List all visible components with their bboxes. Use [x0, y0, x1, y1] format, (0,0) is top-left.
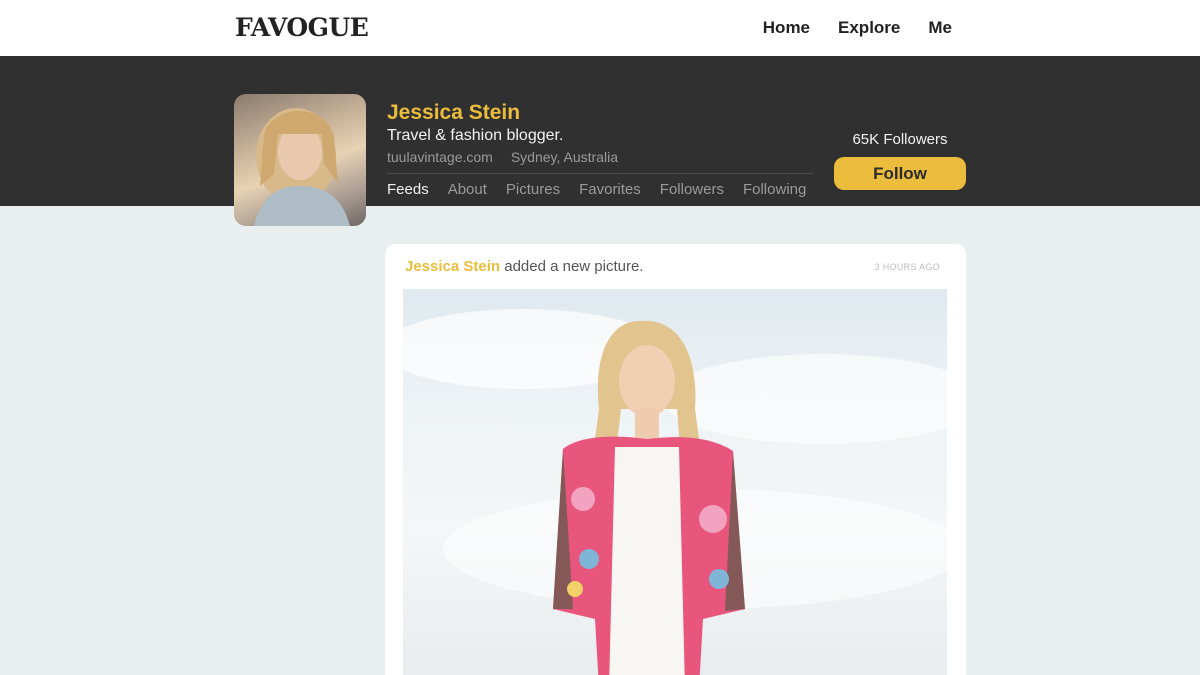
feed-photo-illustration [403, 309, 947, 675]
main-nav: Home Explore Me [763, 18, 952, 38]
nav-explore[interactable]: Explore [838, 18, 900, 38]
followers-count: 65K Followers [852, 131, 948, 148]
avatar[interactable] [234, 94, 366, 226]
follow-button[interactable]: Follow [834, 157, 966, 190]
tab-feeds[interactable]: Feeds [387, 181, 429, 198]
profile-meta: tuulavintage.com Sydney, Australia [387, 149, 618, 165]
feed-photo[interactable] [403, 289, 947, 675]
profile-name: Jessica Stein [387, 101, 521, 124]
feed-action-text: added a new picture. [504, 258, 644, 275]
tab-favorites[interactable]: Favorites [579, 181, 641, 198]
profile-tabs: Feeds About Pictures Favorites Followers… [387, 181, 806, 198]
feed-card: Jessica Stein added a new picture. 3 HOU… [385, 244, 966, 675]
top-navbar: FAVOGUE Home Explore Me [0, 0, 1200, 56]
nav-me[interactable]: Me [928, 18, 952, 38]
feed-author-link[interactable]: Jessica Stein [405, 258, 500, 275]
feed-timestamp: 3 HOURS AGO [874, 262, 940, 272]
profile-website-link[interactable]: tuulavintage.com [387, 149, 493, 165]
header-divider [387, 173, 813, 174]
tab-followers[interactable]: Followers [660, 181, 724, 198]
tab-pictures[interactable]: Pictures [506, 181, 560, 198]
nav-home[interactable]: Home [763, 18, 810, 38]
brand-logo[interactable]: FAVOGUE [235, 13, 369, 42]
tab-following[interactable]: Following [743, 181, 806, 198]
profile-bio: Travel & fashion blogger. [387, 127, 564, 144]
feed-card-header: Jessica Stein added a new picture. [405, 258, 644, 275]
tab-about[interactable]: About [448, 181, 487, 198]
profile-location: Sydney, Australia [510, 149, 618, 165]
avatar-portrait [254, 108, 350, 226]
